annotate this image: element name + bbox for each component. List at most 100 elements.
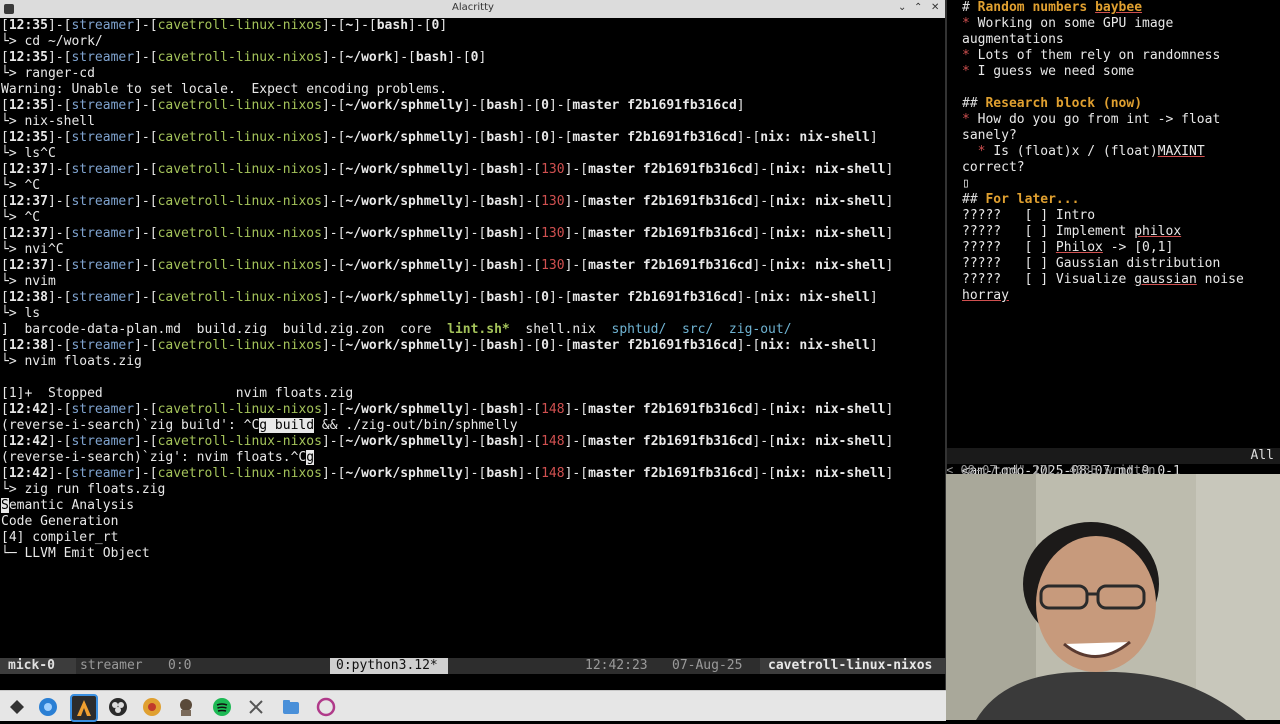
terminal-line-segment: streamer <box>71 258 135 273</box>
notes-line-segment: MAXINT <box>1157 144 1205 159</box>
terminal-line-segment: ~/work/sphmelly <box>345 258 463 273</box>
terminal-line-segment: ~/work/sphmelly <box>345 290 463 305</box>
terminal-line-segment: ]-[ <box>47 50 72 65</box>
terminal-line: [12:37]-[streamer]-[cavetroll-linux-nixo… <box>1 194 893 210</box>
terminal-line-segment: ]-[ <box>47 194 72 209</box>
terminal-line-segment: 130 <box>541 258 565 273</box>
terminal-line-segment: 12:38 <box>8 290 48 305</box>
webcam-person-image <box>946 474 1280 720</box>
terminal-line-segment: zig-out/ <box>728 322 792 337</box>
window-titlebar[interactable]: Alacritty ⌄ ⌃ ✕ <box>0 0 946 19</box>
terminal-line-segment: 0 <box>541 98 549 113</box>
terminal-line-segment: 0 <box>541 130 549 145</box>
terminal-line-segment: [ <box>1 162 9 177</box>
terminal-line-segment: cavetroll-linux-nixos <box>157 130 322 145</box>
terminal-line-segment: ]-[ <box>462 402 487 417</box>
tmux-time: 12:42:23 <box>585 658 648 673</box>
terminal-line-segment: ]-[ <box>752 162 776 177</box>
notes-line: * How do you go from int -> float <box>962 112 1220 128</box>
terminal-line-segment: emantic Analysis <box>8 498 135 513</box>
notes-line-segment: * <box>962 64 978 79</box>
notes-line: sanely? <box>962 128 1017 144</box>
terminal-line-segment: ~/work <box>345 50 393 65</box>
terminal-line: └> ^C <box>1 210 40 226</box>
terminal-line: (reverse-i-search)`zig build': ^Cg build… <box>1 418 518 434</box>
terminal-line: [12:35]-[streamer]-[cavetroll-linux-nixo… <box>1 130 878 146</box>
terminal-line-segment: g build <box>259 418 315 433</box>
terminal-line-segment: ]-[ <box>548 98 573 113</box>
tmux-date: 07-Aug-25 <box>672 658 743 673</box>
terminal-line-segment: cavetroll-linux-nixos <box>157 226 322 241</box>
terminal-line-segment: && ./zig-out/bin/sphmelly <box>314 418 518 433</box>
terminal-line-segment: [ <box>1 466 9 481</box>
terminal-line-segment: [ <box>1 18 9 33</box>
taskbar <box>0 690 946 722</box>
terminal-line-segment: cavetroll-linux-nixos <box>157 434 322 449</box>
tmux-session: mick-0 <box>0 658 76 674</box>
launcher-icon[interactable] <box>6 696 28 718</box>
terminal-line-segment: ]-[ <box>462 194 487 209</box>
terminal-line-segment: bash <box>486 226 518 241</box>
notes-line-segment: sanely? <box>962 128 1017 143</box>
terminal-line-segment: └> nvi^C <box>1 242 64 257</box>
terminal-line-segment: 12:37 <box>8 162 48 177</box>
obs-icon[interactable] <box>107 696 129 718</box>
notes-line-segment: ????? [ ] <box>962 240 1056 255</box>
terminal-line-segment: ]-[ <box>134 50 158 65</box>
terminal-line-segment: ]-[ <box>134 290 158 305</box>
terminal-line-segment: ]-[ <box>134 338 158 353</box>
terminal-line-segment: ]-[ <box>47 226 72 241</box>
notes-line-segment: baybee <box>1095 0 1143 15</box>
notes-line-segment: # <box>962 0 978 15</box>
terminal-line-segment: ]-[ <box>517 98 542 113</box>
notes-editor-pane[interactable]: # Random numbers baybee * Working on some… <box>946 0 1280 464</box>
terminal-line-segment: ]-[ <box>736 130 761 145</box>
terminal-line-segment: ]-[ <box>564 258 589 273</box>
terminal-line-segment: nix: nix-shell <box>775 162 886 177</box>
record-icon[interactable] <box>315 696 337 718</box>
notes-line-segment: ????? [ ] Visualize <box>962 272 1135 287</box>
spotify-icon[interactable] <box>211 696 233 718</box>
terminal-line-segment: ]-[ <box>321 194 346 209</box>
terminal-line: [12:37]-[streamer]-[cavetroll-linux-nixo… <box>1 162 893 178</box>
terminal-line-segment: ] <box>736 98 745 113</box>
terminal-line-segment: ]-[ <box>134 258 158 273</box>
browser-icon[interactable] <box>37 696 59 718</box>
tmux-window-tab[interactable]: 0:python3.12* <box>330 658 448 674</box>
notes-line-segment: Random numbers <box>977 0 1096 15</box>
chromium-icon[interactable] <box>141 696 163 718</box>
terminal-line: ] barcode-data-plan.md build.zig build.z… <box>1 322 792 338</box>
files-icon[interactable] <box>280 696 302 718</box>
terminal-line: └> nix-shell <box>1 114 95 130</box>
terminal-line-segment: 12:35 <box>8 130 48 145</box>
terminal-line-segment: ]-[ <box>548 130 573 145</box>
terminal-line: Semantic Analysis <box>1 498 134 514</box>
maximize-button[interactable]: ⌃ <box>914 2 922 13</box>
terminal-line-segment: 12:35 <box>8 18 48 33</box>
terminal-pane[interactable]: [12:35]-[streamer]-[cavetroll-linux-nixo… <box>0 18 946 658</box>
terminal-line-segment: streamer <box>71 402 135 417</box>
vim-statusline: <am-todo-2025-08-07.md 9,0-1 All <box>946 448 1280 479</box>
terminal-line-segment: └> ls <box>1 306 41 321</box>
terminal-line-segment: 0 <box>470 50 479 65</box>
terminal-line-segment: 12:42 <box>8 402 48 417</box>
gimp-icon[interactable] <box>175 696 197 718</box>
notes-line-segment: * <box>962 16 978 31</box>
terminal-line-segment: ]-[ <box>47 434 72 449</box>
terminal-line-segment: ]-[ <box>47 402 72 417</box>
terminal-line-segment: master f2b1691fb316cd <box>572 290 737 305</box>
close-button[interactable]: ✕ <box>931 2 939 13</box>
terminal-line-segment: master f2b1691fb316cd <box>588 194 753 209</box>
tmux-pane: 0:0 <box>168 658 192 673</box>
alacritty-icon[interactable] <box>70 694 98 722</box>
terminal-line-segment: 130 <box>541 194 565 209</box>
terminal-line-segment: [ <box>1 338 9 353</box>
terminal-line-segment: bash <box>376 18 409 33</box>
terminal-line-segment: [ <box>1 402 9 417</box>
terminal-line-segment: streamer <box>71 194 135 209</box>
terminal-line: └> ranger-cd <box>1 66 95 82</box>
terminal-line-segment: ~/work/sphmelly <box>345 402 463 417</box>
minimize-button[interactable]: ⌄ <box>898 2 906 13</box>
notes-line: ????? [ ] Philox -> [0,1] <box>962 240 1173 256</box>
scissors-icon[interactable] <box>245 696 267 718</box>
